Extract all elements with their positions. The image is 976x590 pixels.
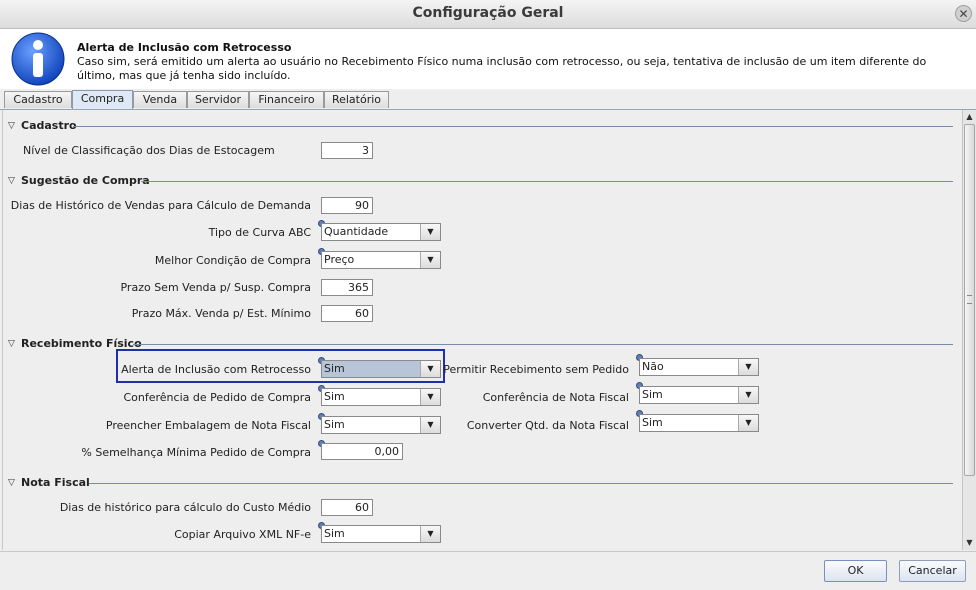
dias-custo-input[interactable]: 60 bbox=[321, 499, 373, 516]
chevron-down-icon[interactable]: ▼ bbox=[420, 526, 440, 542]
chevron-down-icon[interactable]: ▼ bbox=[420, 224, 440, 240]
grip-icon bbox=[967, 295, 972, 304]
button-bar: OK Cancelar bbox=[0, 551, 976, 590]
prazo-max-venda-input[interactable]: 60 bbox=[321, 305, 373, 322]
prazo-max-venda-label: Prazo Máx. Venda p/ Est. Mínimo bbox=[131, 307, 311, 320]
triangle-down-icon[interactable]: ▽ bbox=[8, 176, 15, 186]
alerta-retrocesso-value: Sim bbox=[324, 362, 345, 375]
curva-abc-label: Tipo de Curva ABC bbox=[208, 226, 311, 239]
curva-abc-value: Quantidade bbox=[324, 225, 389, 238]
conferencia-nota-label: Conferência de Nota Fiscal bbox=[482, 391, 629, 404]
chevron-down-icon[interactable]: ▼ bbox=[420, 417, 440, 433]
section-title: Nota Fiscal bbox=[21, 476, 90, 489]
conferencia-pedido-label: Conferência de Pedido de Compra bbox=[123, 391, 311, 404]
copiar-xml-value: Sim bbox=[324, 527, 345, 540]
dias-historico-input[interactable]: 90 bbox=[321, 197, 373, 214]
semelhanca-input[interactable]: 0,00 bbox=[321, 443, 403, 460]
melhor-condicao-value: Preço bbox=[324, 253, 355, 266]
chevron-down-icon[interactable]: ▼ bbox=[420, 361, 440, 377]
section-divider bbox=[133, 344, 953, 345]
tab-cadastro[interactable]: Cadastro bbox=[4, 91, 72, 108]
info-heading: Alerta de Inclusão com Retrocesso bbox=[77, 41, 292, 54]
tab-compra[interactable]: Compra bbox=[72, 90, 133, 109]
curva-abc-select[interactable]: Quantidade ▼ bbox=[321, 223, 441, 241]
triangle-down-icon[interactable]: ▽ bbox=[8, 339, 15, 349]
scroll-down-icon[interactable]: ▼ bbox=[963, 536, 976, 550]
nivel-input[interactable]: 3 bbox=[321, 142, 373, 159]
info-icon bbox=[11, 32, 65, 86]
section-divider bbox=[73, 126, 953, 127]
section-sugestao[interactable]: ▽ Sugestão de Compra bbox=[3, 174, 953, 188]
alerta-retrocesso-label: Alerta de Inclusão com Retrocesso bbox=[121, 363, 311, 376]
tab-financeiro[interactable]: Financeiro bbox=[249, 91, 324, 108]
permitir-sem-pedido-select[interactable]: Não ▼ bbox=[639, 358, 759, 376]
dias-historico-label: Dias de Histórico de Vendas para Cálculo… bbox=[10, 199, 311, 212]
converter-qtd-value: Sim bbox=[642, 416, 663, 429]
section-title: Cadastro bbox=[21, 119, 77, 132]
tab-venda[interactable]: Venda bbox=[133, 91, 187, 108]
permitir-sem-pedido-value: Não bbox=[642, 360, 664, 373]
vertical-scrollbar[interactable]: ▲ ▼ bbox=[962, 110, 976, 550]
window-title: Configuração Geral bbox=[412, 5, 564, 21]
tab-bar: Cadastro Compra Venda Servidor Financeir… bbox=[0, 89, 976, 110]
prazo-sem-venda-input[interactable]: 365 bbox=[321, 279, 373, 296]
chevron-down-icon[interactable]: ▼ bbox=[420, 389, 440, 405]
info-description: Caso sim, será emitido um alerta ao usuá… bbox=[77, 55, 927, 82]
copiar-xml-label: Copiar Arquivo XML NF-e bbox=[174, 528, 311, 541]
scroll-thumb[interactable] bbox=[964, 124, 975, 476]
prazo-sem-venda-label: Prazo Sem Venda p/ Susp. Compra bbox=[120, 281, 311, 294]
section-cadastro[interactable]: ▽ Cadastro bbox=[3, 119, 953, 133]
chevron-down-icon[interactable]: ▼ bbox=[738, 359, 758, 375]
ok-button[interactable]: OK bbox=[824, 560, 887, 582]
alerta-retrocesso-select[interactable]: Sim ▼ bbox=[321, 360, 441, 378]
permitir-sem-pedido-label: Permitir Recebimento sem Pedido bbox=[443, 363, 629, 376]
scroll-up-icon[interactable]: ▲ bbox=[963, 110, 976, 124]
conferencia-nota-select[interactable]: Sim ▼ bbox=[639, 386, 759, 404]
settings-panel: ▽ Cadastro Nível de Classificação dos Di… bbox=[2, 110, 963, 550]
nivel-label: Nível de Classificação dos Dias de Estoc… bbox=[23, 144, 275, 157]
chevron-down-icon[interactable]: ▼ bbox=[738, 387, 758, 403]
dias-custo-label: Dias de histórico para cálculo do Custo … bbox=[59, 501, 311, 514]
conferencia-nota-value: Sim bbox=[642, 388, 663, 401]
converter-qtd-label: Converter Qtd. da Nota Fiscal bbox=[466, 419, 629, 432]
section-title: Sugestão de Compra bbox=[21, 174, 150, 187]
title-bar: Configuração Geral ✕ bbox=[0, 0, 976, 29]
tab-servidor[interactable]: Servidor bbox=[187, 91, 249, 108]
conferencia-pedido-value: Sim bbox=[324, 390, 345, 403]
semelhanca-label: % Semelhança Mínima Pedido de Compra bbox=[81, 446, 311, 459]
embalagem-select[interactable]: Sim ▼ bbox=[321, 416, 441, 434]
melhor-condicao-select[interactable]: Preço ▼ bbox=[321, 251, 441, 269]
converter-qtd-select[interactable]: Sim ▼ bbox=[639, 414, 759, 432]
cancel-button[interactable]: Cancelar bbox=[899, 560, 966, 582]
section-divider bbox=[141, 181, 953, 182]
embalagem-label: Preencher Embalagem de Nota Fiscal bbox=[105, 419, 311, 432]
copiar-xml-select[interactable]: Sim ▼ bbox=[321, 525, 441, 543]
embalagem-value: Sim bbox=[324, 418, 345, 431]
close-icon[interactable]: ✕ bbox=[955, 5, 972, 22]
melhor-condicao-label: Melhor Condição de Compra bbox=[154, 254, 311, 267]
conferencia-pedido-select[interactable]: Sim ▼ bbox=[321, 388, 441, 406]
tab-relatorio[interactable]: Relatório bbox=[324, 91, 389, 108]
section-divider bbox=[89, 483, 953, 484]
chevron-down-icon[interactable]: ▼ bbox=[420, 252, 440, 268]
chevron-down-icon[interactable]: ▼ bbox=[738, 415, 758, 431]
triangle-down-icon[interactable]: ▽ bbox=[8, 121, 15, 131]
section-nota-fiscal[interactable]: ▽ Nota Fiscal bbox=[3, 476, 953, 490]
info-banner: Alerta de Inclusão com Retrocesso Caso s… bbox=[0, 29, 976, 89]
triangle-down-icon[interactable]: ▽ bbox=[8, 478, 15, 488]
